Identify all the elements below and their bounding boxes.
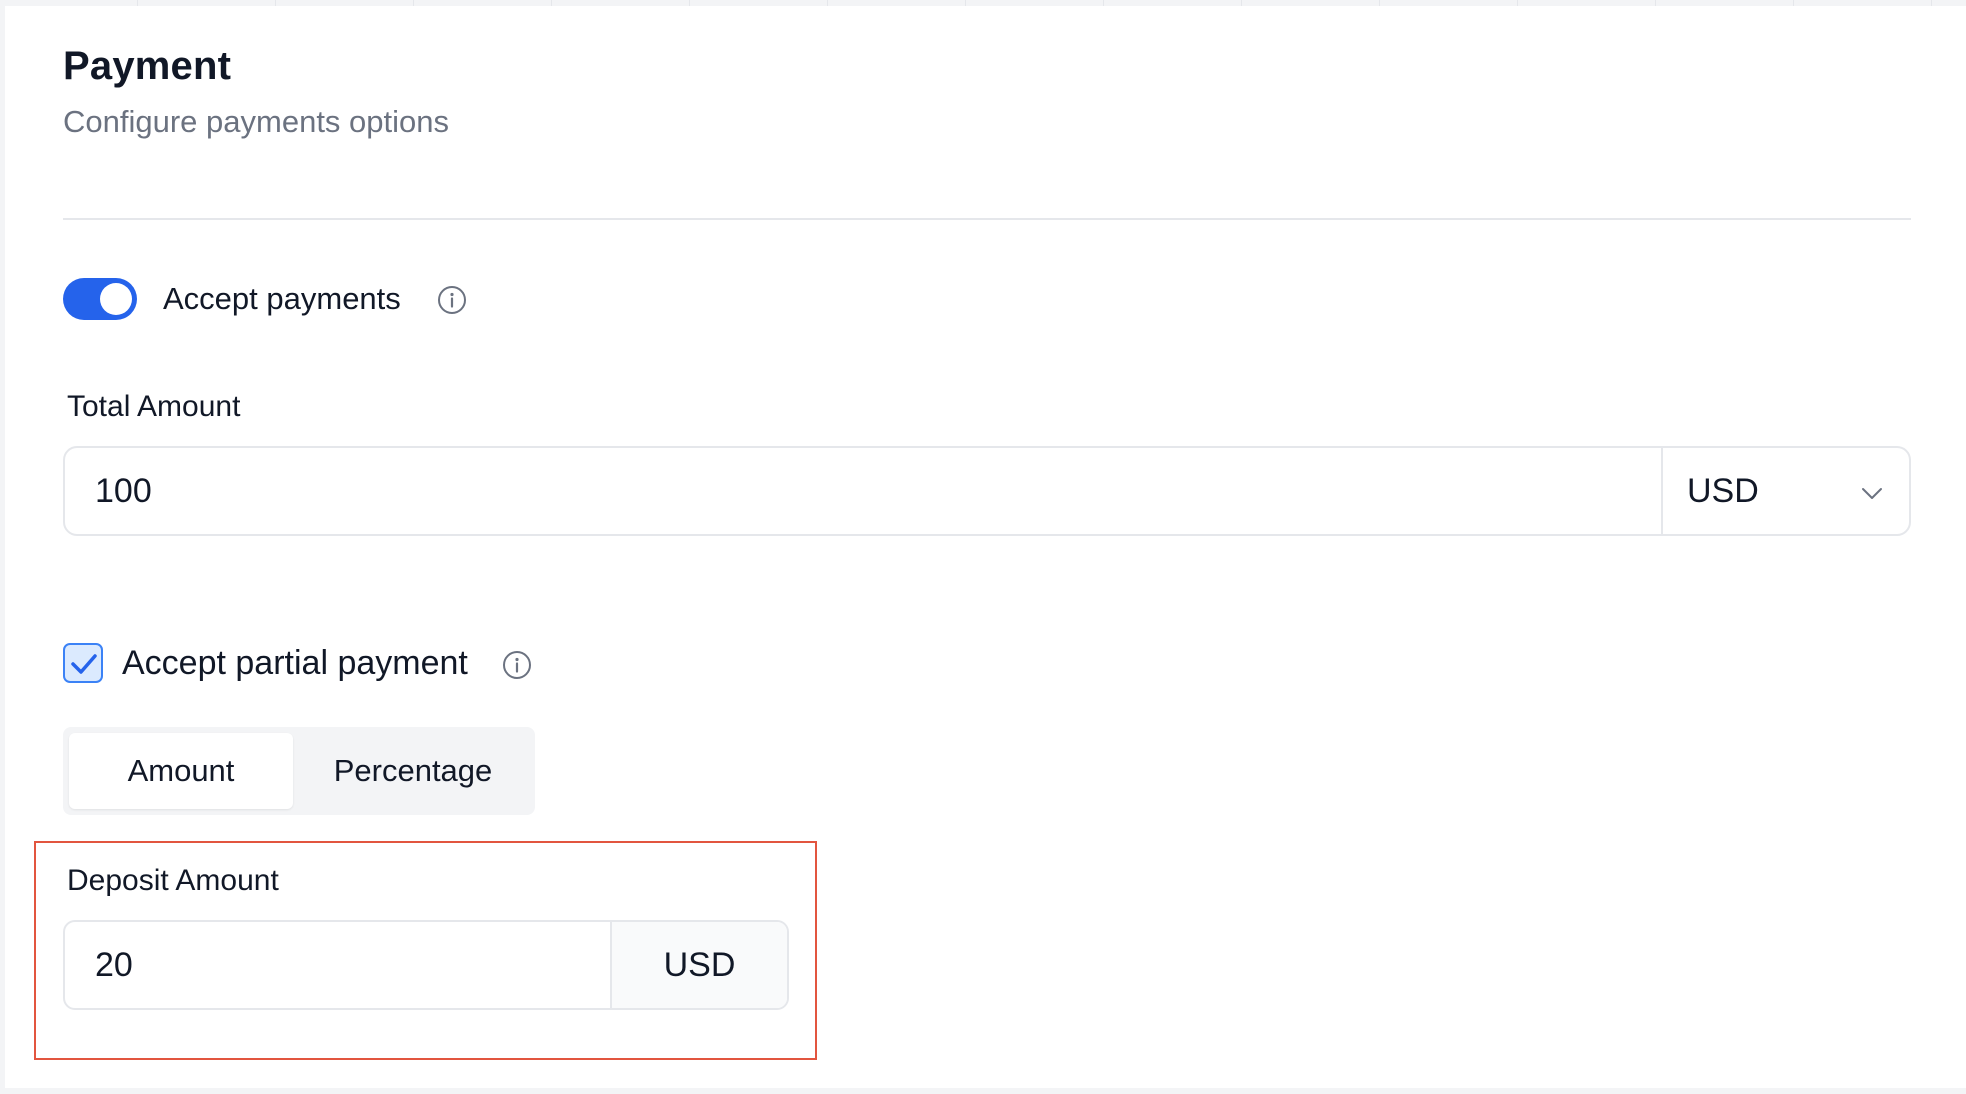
toggle-knob — [100, 283, 132, 315]
deposit-amount-label: Deposit Amount — [67, 864, 279, 897]
deposit-amount-input[interactable] — [65, 922, 610, 1008]
deposit-currency-addon: USD — [610, 922, 787, 1008]
deposit-amount-group: USD — [63, 920, 789, 1010]
accept-partial-payment-label: Accept partial payment — [122, 644, 468, 682]
section-divider — [63, 218, 1911, 220]
segment-amount[interactable]: Amount — [69, 733, 293, 809]
background-grid-top — [0, 0, 1966, 6]
accept-partial-payment-checkbox[interactable] — [63, 643, 103, 683]
payment-settings-page: Payment Configure payments options Accep… — [0, 0, 1966, 1094]
background-grid-bottom — [0, 1088, 1966, 1094]
page-subtitle: Configure payments options — [63, 104, 450, 139]
total-amount-label: Total Amount — [67, 390, 241, 423]
checkmark-icon — [71, 654, 97, 674]
segment-percentage[interactable]: Percentage — [297, 733, 529, 809]
accept-payments-toggle[interactable] — [63, 278, 137, 320]
total-amount-input[interactable] — [65, 448, 1661, 534]
chevron-down-icon — [1862, 488, 1882, 499]
page-title: Payment — [63, 44, 232, 88]
total-amount-group: USD — [63, 446, 1911, 536]
partial-mode-segmented-control: Amount Percentage — [63, 727, 535, 815]
accept-payments-label: Accept payments — [163, 281, 401, 316]
currency-select[interactable]: USD — [1661, 448, 1909, 534]
currency-select-value: USD — [1687, 471, 1759, 510]
info-icon[interactable] — [437, 285, 467, 315]
background-grid-left — [0, 0, 5, 1094]
info-icon[interactable] — [502, 650, 532, 680]
